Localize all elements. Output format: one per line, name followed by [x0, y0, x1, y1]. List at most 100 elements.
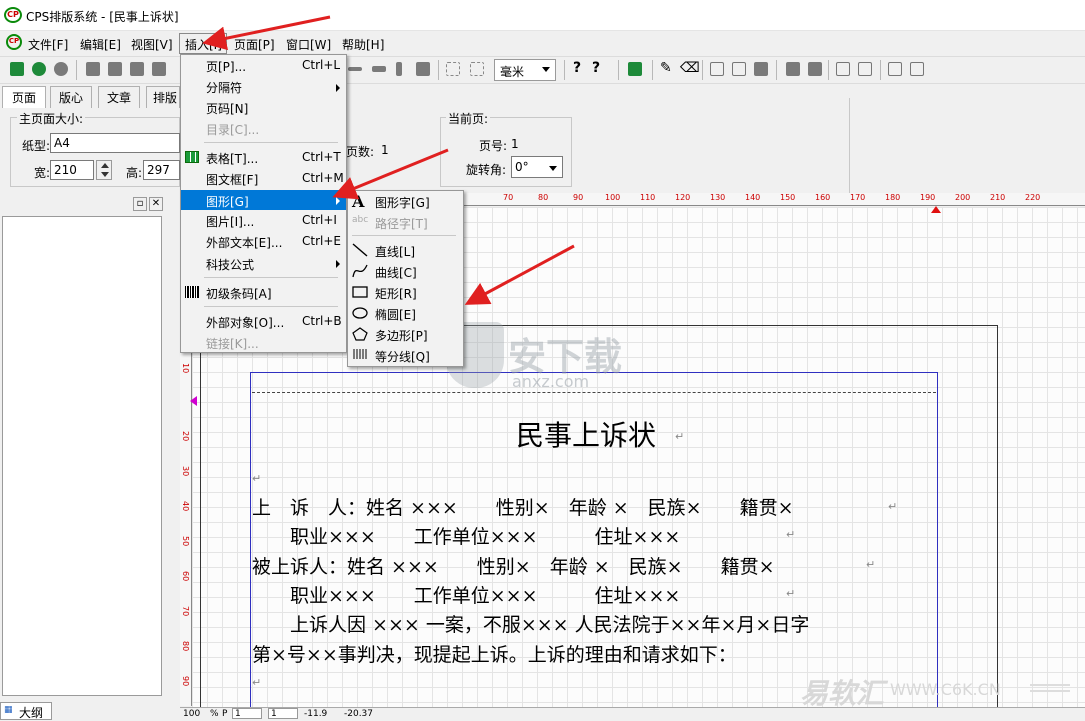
- submenu-arrow-icon: [336, 197, 340, 205]
- close-icon[interactable]: ✕: [149, 197, 163, 211]
- page-no-value: 1: [511, 137, 519, 151]
- chevron-down-icon: [549, 166, 557, 171]
- height-field[interactable]: 297: [143, 160, 180, 180]
- align-icon[interactable]: [108, 62, 122, 76]
- menu-item-formula[interactable]: 科技公式: [206, 256, 254, 273]
- unlink-icon[interactable]: [54, 62, 68, 76]
- align-icon[interactable]: [130, 62, 144, 76]
- menu-help[interactable]: 帮助[H]: [342, 36, 384, 53]
- document-line: 被上诉人：姓名 ××× 性别× 年龄 × 民族× 籍贯×: [252, 556, 775, 578]
- restore-icon[interactable]: ▫: [133, 197, 147, 211]
- ruler-position-marker[interactable]: [190, 396, 197, 406]
- column-icon[interactable]: [836, 62, 850, 76]
- grid-icon[interactable]: [888, 62, 902, 76]
- tab-page[interactable]: 页面: [2, 86, 46, 108]
- menu-item-frame[interactable]: 图文框[F]: [206, 171, 258, 188]
- page-no-label: 页号:: [479, 139, 508, 153]
- align-icon[interactable]: [152, 62, 166, 76]
- cell-icon[interactable]: [754, 62, 768, 76]
- menu-window[interactable]: 窗口[W]: [286, 36, 331, 53]
- submenu-item-line[interactable]: 直线[L]: [375, 243, 415, 260]
- tab-outline[interactable]: ▦ 大纲: [0, 702, 52, 720]
- paper-field[interactable]: A4: [50, 133, 180, 153]
- toolbar-separator: [564, 60, 565, 80]
- graphic-text-icon: A: [352, 192, 365, 211]
- unit-select-value: 毫米: [500, 65, 525, 79]
- submenu-item-graphic-text[interactable]: 图形字[G]: [375, 194, 430, 211]
- menu-view[interactable]: 视图[V]: [131, 36, 173, 53]
- paragraph-mark: ↵: [866, 558, 876, 571]
- divider-lines-icon: [353, 349, 367, 359]
- submenu-item-ellipse[interactable]: 椭圆[E]: [375, 306, 416, 323]
- menu-shortcut: Ctrl+T: [302, 150, 341, 164]
- menu-item-barcode[interactable]: 初级条码[A]: [206, 285, 272, 302]
- menu-item-table[interactable]: 表格[T]...: [206, 150, 258, 167]
- submenu-arrow-icon: [336, 84, 340, 92]
- vline-icon[interactable]: [396, 62, 402, 76]
- menu-edit[interactable]: 编辑[E]: [80, 36, 121, 53]
- distribute-icon[interactable]: [808, 62, 822, 76]
- outline-panel[interactable]: [2, 216, 162, 696]
- menu-file[interactable]: 文件[F]: [28, 36, 68, 53]
- menu-page[interactable]: 页面[P]: [234, 36, 275, 53]
- width-field[interactable]: 210: [50, 160, 94, 180]
- width-stepper[interactable]: [96, 160, 112, 180]
- menu-separator: [352, 235, 456, 236]
- submenu-item-curve[interactable]: 曲线[C]: [375, 264, 417, 281]
- menu-item-separator[interactable]: 分隔符: [206, 79, 242, 96]
- page-indicator-label: P: [222, 709, 228, 719]
- table-icon[interactable]: [628, 62, 642, 76]
- tab-layout[interactable]: 版心: [50, 86, 92, 108]
- ruler-mark: 140: [745, 193, 761, 202]
- cell-merge-icon[interactable]: [710, 62, 724, 76]
- frame-icon[interactable]: [446, 62, 460, 76]
- menu-insert[interactable]: 插入[I]: [185, 36, 222, 53]
- frame-icon[interactable]: [470, 62, 484, 76]
- ruler-indent-marker[interactable]: [931, 206, 941, 213]
- grid-icon[interactable]: [910, 62, 924, 76]
- context-help-icon[interactable]: ?: [592, 60, 600, 76]
- menu-item-graphics[interactable]: 图形[G]: [206, 193, 249, 210]
- document-line: 职业××× 工作单位××× 住址×××: [252, 585, 681, 607]
- menu-item-page[interactable]: 页[P]...: [206, 58, 246, 75]
- menu-item-picture[interactable]: 图片[I]...: [206, 213, 254, 230]
- ruler-mark: 100: [605, 193, 621, 202]
- submenu-item-rectangle[interactable]: 矩形[R]: [375, 285, 417, 302]
- outline-icon: ▦: [4, 705, 13, 715]
- ruler-mark: 40: [181, 501, 190, 512]
- menu-item-page-number[interactable]: 页码[N]: [206, 100, 248, 117]
- paragraph-mark: ↵: [786, 528, 796, 541]
- status-field[interactable]: 1: [268, 708, 298, 719]
- eraser-icon[interactable]: ⌫: [680, 60, 700, 76]
- submenu-item-polygon[interactable]: 多边形[P]: [375, 327, 428, 344]
- hline-icon[interactable]: [372, 66, 386, 72]
- align-icon[interactable]: [86, 62, 100, 76]
- watermark-subtext: anxz.com: [512, 372, 590, 391]
- menu-separator: [204, 277, 338, 278]
- ruler-mark: 200: [955, 193, 971, 202]
- row-icon[interactable]: [858, 62, 872, 76]
- cell-split-icon[interactable]: [732, 62, 746, 76]
- link-icon[interactable]: [32, 62, 46, 76]
- distribute-icon[interactable]: [786, 62, 800, 76]
- tab-article[interactable]: 文章: [98, 86, 140, 108]
- table-icon: [185, 151, 199, 163]
- page-indicator-field[interactable]: 1: [232, 708, 262, 719]
- toolbar-separator: [76, 60, 77, 80]
- tab-typeset[interactable]: 排版: [146, 86, 180, 108]
- line-style-icon[interactable]: [348, 67, 362, 71]
- menu-item-link: 链接[K]...: [206, 337, 259, 351]
- pencil-icon[interactable]: ✎: [660, 60, 672, 76]
- submenu-item-divider-lines[interactable]: 等分线[Q]: [375, 348, 430, 365]
- help-icon[interactable]: ?: [573, 60, 581, 76]
- barcode-icon: [185, 286, 199, 298]
- polygon-icon: [352, 327, 368, 341]
- menu-item-external-object[interactable]: 外部对象[O]...: [206, 314, 284, 331]
- menu-item-external-text[interactable]: 外部文本[E]...: [206, 234, 282, 251]
- rect-fill-icon[interactable]: [416, 62, 430, 76]
- menu-app-icon[interactable]: CP: [6, 34, 22, 50]
- ruler-mark: 30: [181, 466, 190, 477]
- ruler-mark: 80: [538, 193, 549, 202]
- select-tool-icon[interactable]: [10, 62, 24, 76]
- ruler-mark: 80: [181, 641, 190, 652]
